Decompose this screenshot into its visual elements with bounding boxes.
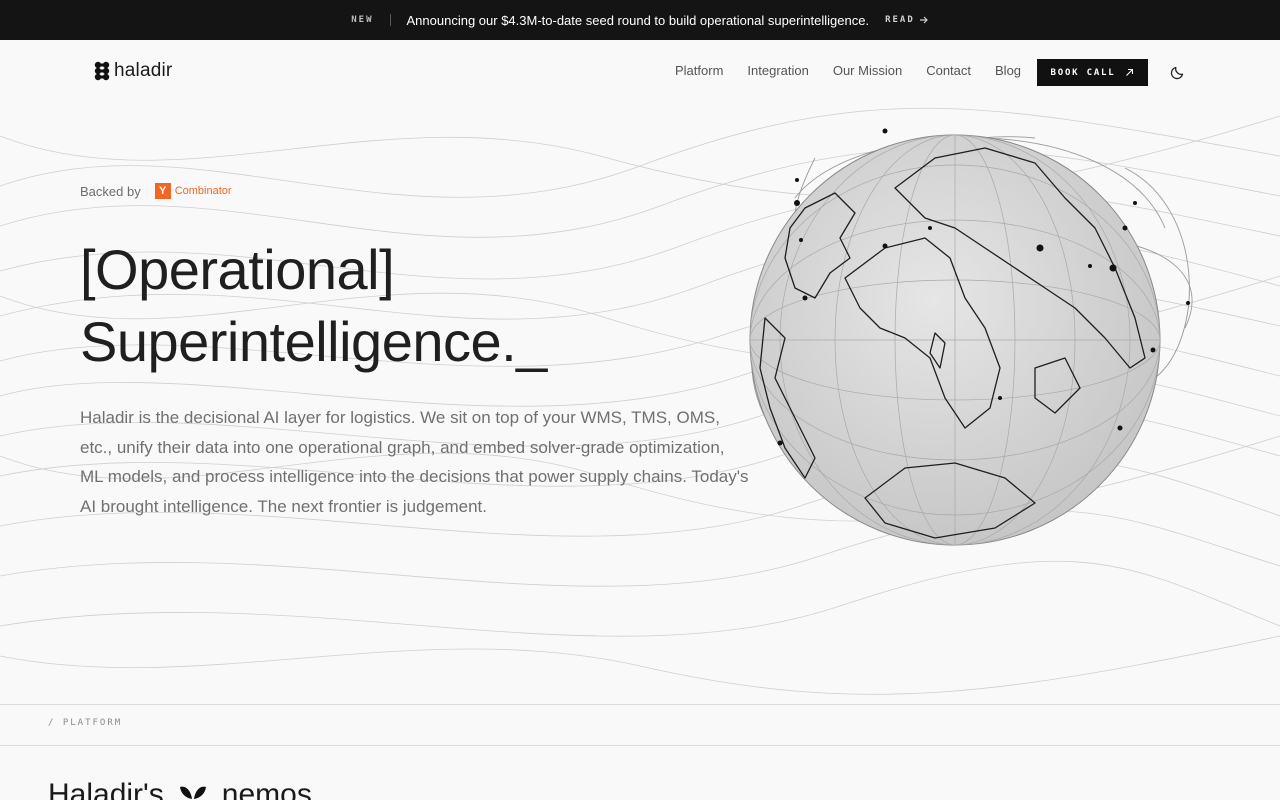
top-nav: haladir Platform Integration Our Mission… [0, 40, 1280, 104]
nav-link-blog[interactable]: Blog [995, 63, 1021, 78]
globe-illustration [749, 128, 1193, 546]
section-divider-top [0, 704, 1280, 705]
hero-title: [Operational] Superintelligence._ [80, 234, 547, 378]
announcement-divider [389, 14, 391, 26]
platform-title-end: nemos [221, 778, 312, 800]
book-call-label: BOOK CALL [1050, 67, 1116, 78]
read-label: READ [885, 15, 915, 25]
announcement-tag: NEW [351, 15, 374, 25]
nav-link-contact[interactable]: Contact [926, 63, 971, 78]
nav-link-platform[interactable]: Platform [675, 63, 723, 78]
platform-section-title: Haladir's nemos [48, 778, 312, 800]
platform-breadcrumb: / PLATFORM [48, 718, 123, 728]
yc-name: Combinator [174, 185, 232, 197]
backed-by-label: Backed by [80, 183, 141, 199]
hero-description: Haladir is the decisional AI layer for l… [80, 408, 749, 516]
moon-icon[interactable] [1170, 64, 1186, 80]
book-call-button[interactable]: BOOK CALL [1037, 59, 1148, 86]
yc-letter: Y [154, 183, 171, 199]
y-combinator-logo[interactable]: Y Combinator [154, 183, 232, 199]
nav-links: Platform Integration Our Mission Contact… [675, 63, 1021, 78]
backed-by-row: Backed by Y Combinator [80, 183, 232, 199]
section-divider-bottom [0, 745, 1280, 746]
brand-logo[interactable]: haladir [94, 60, 172, 82]
announcement-bar: NEW Announcing our $4.3M-to-date seed ro… [0, 0, 1280, 40]
platform-title-start: Haladir's [48, 778, 164, 800]
haladir-logo-icon [94, 61, 110, 81]
arrow-right-icon [919, 16, 928, 24]
nav-link-our-mission[interactable]: Our Mission [833, 63, 902, 78]
nemos-leaf-icon [179, 786, 206, 799]
announcement-read-link[interactable]: READ [885, 15, 929, 25]
announcement-message[interactable]: Announcing our $4.3M-to-date seed round … [407, 13, 870, 28]
nav-link-integration[interactable]: Integration [747, 63, 808, 78]
arrow-up-right-icon [1126, 68, 1134, 76]
brand-name: haladir [114, 60, 173, 81]
hero-title-line-2: Superintelligence._ [80, 310, 547, 373]
hero-title-line-1: [Operational] [80, 238, 395, 301]
